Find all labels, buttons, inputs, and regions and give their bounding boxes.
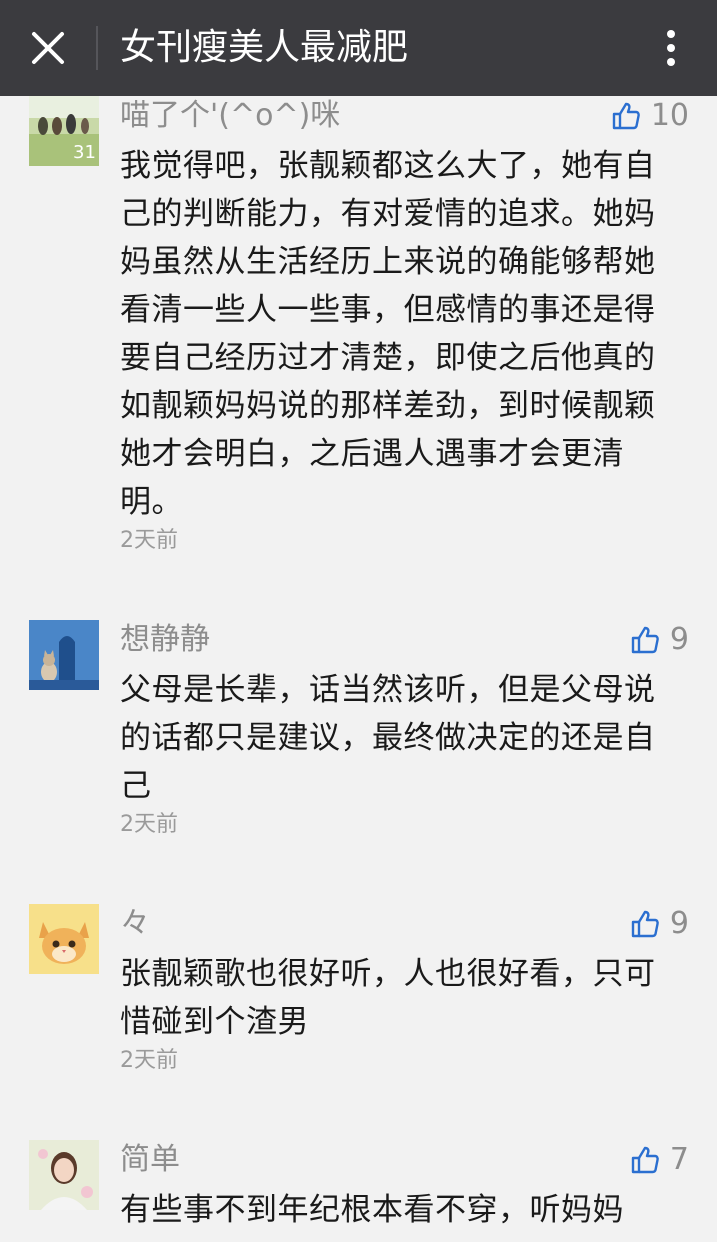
page-title: 女刊瘦美人最减肥 bbox=[120, 27, 409, 68]
comment-list[interactable]: 31 喵了个'(^o^)咪 10 我觉得吧，张靓颖都这么大了，她有自己的判断能力… bbox=[0, 96, 717, 1242]
comment-time: 2天前 bbox=[120, 812, 178, 837]
close-icon bbox=[32, 32, 64, 64]
thumbs-up-icon bbox=[631, 626, 659, 654]
avatar[interactable] bbox=[29, 1140, 99, 1210]
comment-item: 々 9 张靓颖歌也很好听，人也很好看，只可惜碰到个渣男 2天前 bbox=[0, 904, 717, 1074]
comment-item: 简单 7 有些事不到年纪根本看不穿，听妈妈 bbox=[0, 1140, 717, 1242]
like-count: 10 bbox=[650, 98, 689, 133]
like-button[interactable]: 9 bbox=[630, 620, 689, 660]
avatar-badge: 31 bbox=[73, 142, 96, 163]
comment-nickname[interactable]: 简单 bbox=[120, 1140, 180, 1180]
comment-content: 张靓颖歌也很好听，人也很好看，只可惜碰到个渣男 bbox=[120, 956, 656, 1040]
avatar[interactable] bbox=[29, 904, 99, 974]
like-button[interactable]: 10 bbox=[611, 96, 689, 136]
thumbs-up-icon bbox=[631, 1146, 659, 1174]
comment-nickname[interactable]: 喵了个'(^o^)咪 bbox=[120, 96, 340, 136]
comment-nickname[interactable]: 々 bbox=[120, 904, 150, 944]
like-button[interactable]: 7 bbox=[630, 1140, 689, 1180]
comment-content: 父母是长辈，话当然该听，但是父母说的话都只是建议，最终做决定的还是自己 bbox=[120, 672, 656, 804]
like-count: 7 bbox=[669, 1142, 689, 1177]
close-button[interactable] bbox=[22, 22, 74, 74]
comment-time: 2天前 bbox=[120, 528, 178, 553]
thumbs-up-icon bbox=[631, 910, 659, 938]
title-divider bbox=[96, 26, 98, 70]
comment-item: 想静静 9 父母是长辈，话当然该听，但是父母说的话都只是建议，最终做决定的还是自… bbox=[0, 620, 717, 840]
thumbs-up-icon bbox=[612, 102, 640, 130]
comment-time: 2天前 bbox=[120, 1048, 178, 1073]
comment-content: 我觉得吧，张靓颖都这么大了，她有自己的判断能力，有对爱情的追求。她妈妈虽然从生活… bbox=[120, 148, 656, 520]
more-vertical-icon bbox=[667, 30, 675, 66]
comment-content: 有些事不到年纪根本看不穿，听妈妈 bbox=[120, 1192, 624, 1228]
comment-nickname[interactable]: 想静静 bbox=[120, 620, 210, 660]
avatar[interactable] bbox=[29, 620, 99, 690]
comment-item: 31 喵了个'(^o^)咪 10 我觉得吧，张靓颖都这么大了，她有自己的判断能力… bbox=[0, 96, 717, 596]
more-button[interactable] bbox=[648, 22, 694, 74]
like-count: 9 bbox=[669, 906, 689, 941]
like-button[interactable]: 9 bbox=[630, 904, 689, 944]
like-count: 9 bbox=[669, 622, 689, 657]
title-bar: 女刊瘦美人最减肥 bbox=[0, 0, 717, 96]
avatar[interactable]: 31 bbox=[29, 96, 99, 166]
